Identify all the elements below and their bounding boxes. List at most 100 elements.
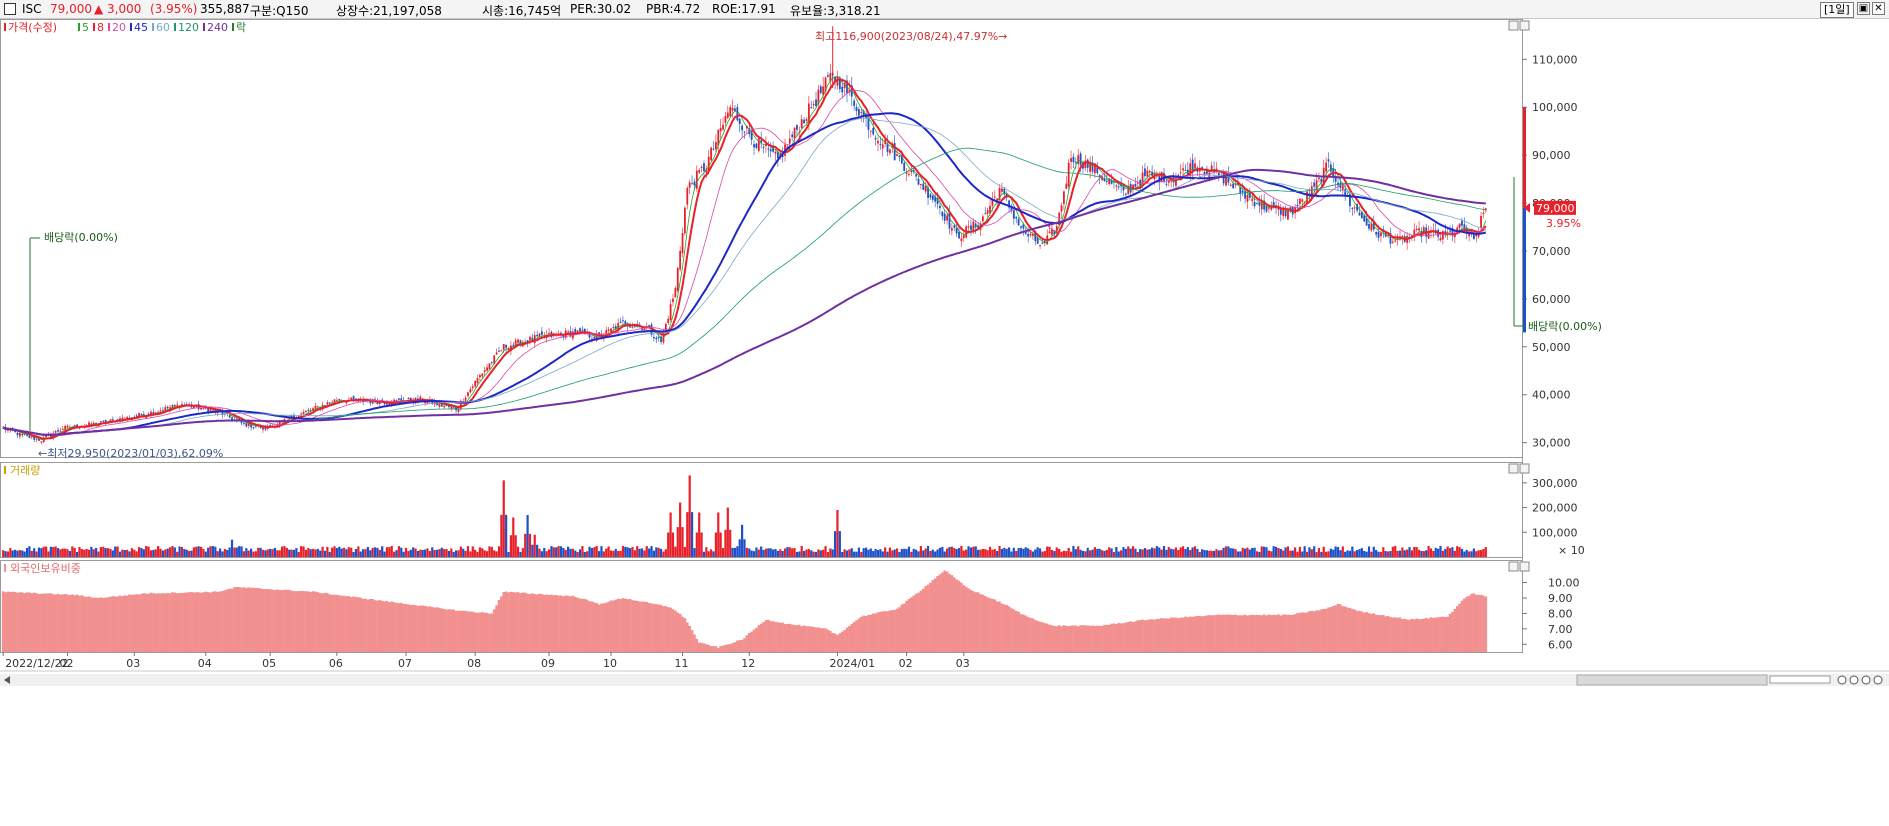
volume-bar [938,547,942,557]
foreign-bar [490,613,494,652]
foreign-bar [199,592,203,652]
panel-toggle-checkbox[interactable] [4,3,16,15]
listed-shares: 상장수:21,197,058 [336,4,442,18]
candle-body [1194,163,1196,169]
panel-maximize-button[interactable] [1508,20,1519,31]
foreign-bar [168,593,172,652]
foreign-bar [1076,626,1080,652]
scroll-thumb[interactable] [1576,674,1768,686]
volume-bar [157,546,160,557]
volume-bar [850,548,853,557]
volume-bar [950,546,953,557]
foreign-bar [442,609,446,652]
legend-swatch [93,23,95,31]
zoom-slider[interactable] [1769,675,1831,684]
foreign-bar [1370,613,1373,652]
volume-bar [33,548,36,557]
candle-body [877,140,879,144]
volume-bar [1420,551,1423,557]
period-selector[interactable]: [1일] [1820,2,1854,18]
candle-body [307,409,310,411]
date-axis-label: 03 [956,657,970,670]
volume-bar [755,547,758,557]
foreign-bar [1177,618,1180,652]
date-axis-label: 03 [126,657,140,670]
zoom-icon[interactable] [1837,675,1847,685]
volume-bar [1434,547,1437,557]
volume-bar [304,549,308,557]
volume-bar [614,548,617,557]
candle-body [729,107,732,117]
restore-button[interactable]: ▣ [1857,2,1870,15]
candle-body [1079,153,1082,166]
volume-bar [1360,548,1363,557]
volume-bar [371,547,374,557]
candle-body [159,410,162,412]
foreign-bar [714,646,718,652]
foreign-bar [78,595,81,652]
foreign-bar [71,594,74,652]
candle-body [1251,198,1254,202]
foreign-bar [309,592,312,652]
volume-bar [1027,548,1030,557]
volume-bar [1029,549,1032,557]
volume-bar [188,550,191,557]
foreign-bar [1024,615,1028,652]
foreign-bar [202,592,205,652]
panel-maximize-button[interactable] [1508,561,1519,572]
foreign-bar [1360,611,1364,652]
foreign-bar [845,627,849,652]
foreign-bar [233,587,236,652]
volume-bar [547,549,551,557]
panel-close-button[interactable] [1519,561,1530,572]
candle-body [924,186,927,192]
panel-close-button[interactable] [1519,20,1530,31]
foreign-bar [209,592,212,652]
foreign-bar [1079,625,1082,652]
volume-bar [1339,550,1342,557]
foreign-bar [1420,619,1423,652]
volume-bar [452,551,455,557]
foreign-bar [92,597,96,652]
volume-bar [936,549,939,557]
foreign-bar [1153,619,1156,652]
chart-canvas[interactable]: 110,000100,00090,00080,00070,00060,00050… [0,19,1889,826]
volume-bar [323,550,327,557]
volume-bar [354,548,358,557]
candle-body [1146,170,1149,177]
foreign-bar [1353,609,1357,652]
volume-bar [195,546,198,557]
foreign-bar [44,593,48,652]
candle-body [915,174,918,177]
panel-maximize-button[interactable] [1508,463,1519,474]
panel-close-button[interactable] [1519,463,1530,474]
foreign-bar [533,594,537,652]
zoom-icon[interactable] [1849,675,1859,685]
foreign-bar [299,590,303,652]
foreign-bar [287,589,291,652]
candle-body [1380,232,1382,237]
candle-body [874,137,877,140]
candle-body [30,436,33,438]
volume-bar [1441,550,1445,557]
candle-body [872,128,875,135]
foreign-bar [716,647,720,652]
foreign-bar [1429,617,1433,652]
close-button[interactable]: ✕ [1872,2,1885,15]
zoom-icon[interactable] [1861,675,1871,685]
volume-bar [946,548,949,557]
foreign-bar [1038,621,1042,652]
candle-body [386,403,388,405]
foreign-bar [726,644,730,652]
zoom-icon[interactable] [1873,675,1883,685]
volume-bar [381,546,384,557]
volume-bar [679,502,682,557]
foreign-bar [862,615,865,652]
foreign-bar [1050,625,1054,652]
volume-bar [1346,550,1349,557]
candle-body [943,213,946,221]
foreign-bar [683,618,687,652]
candle-body [805,119,808,121]
date-axis-label: 09 [541,657,555,670]
foreign-bar [681,616,684,652]
